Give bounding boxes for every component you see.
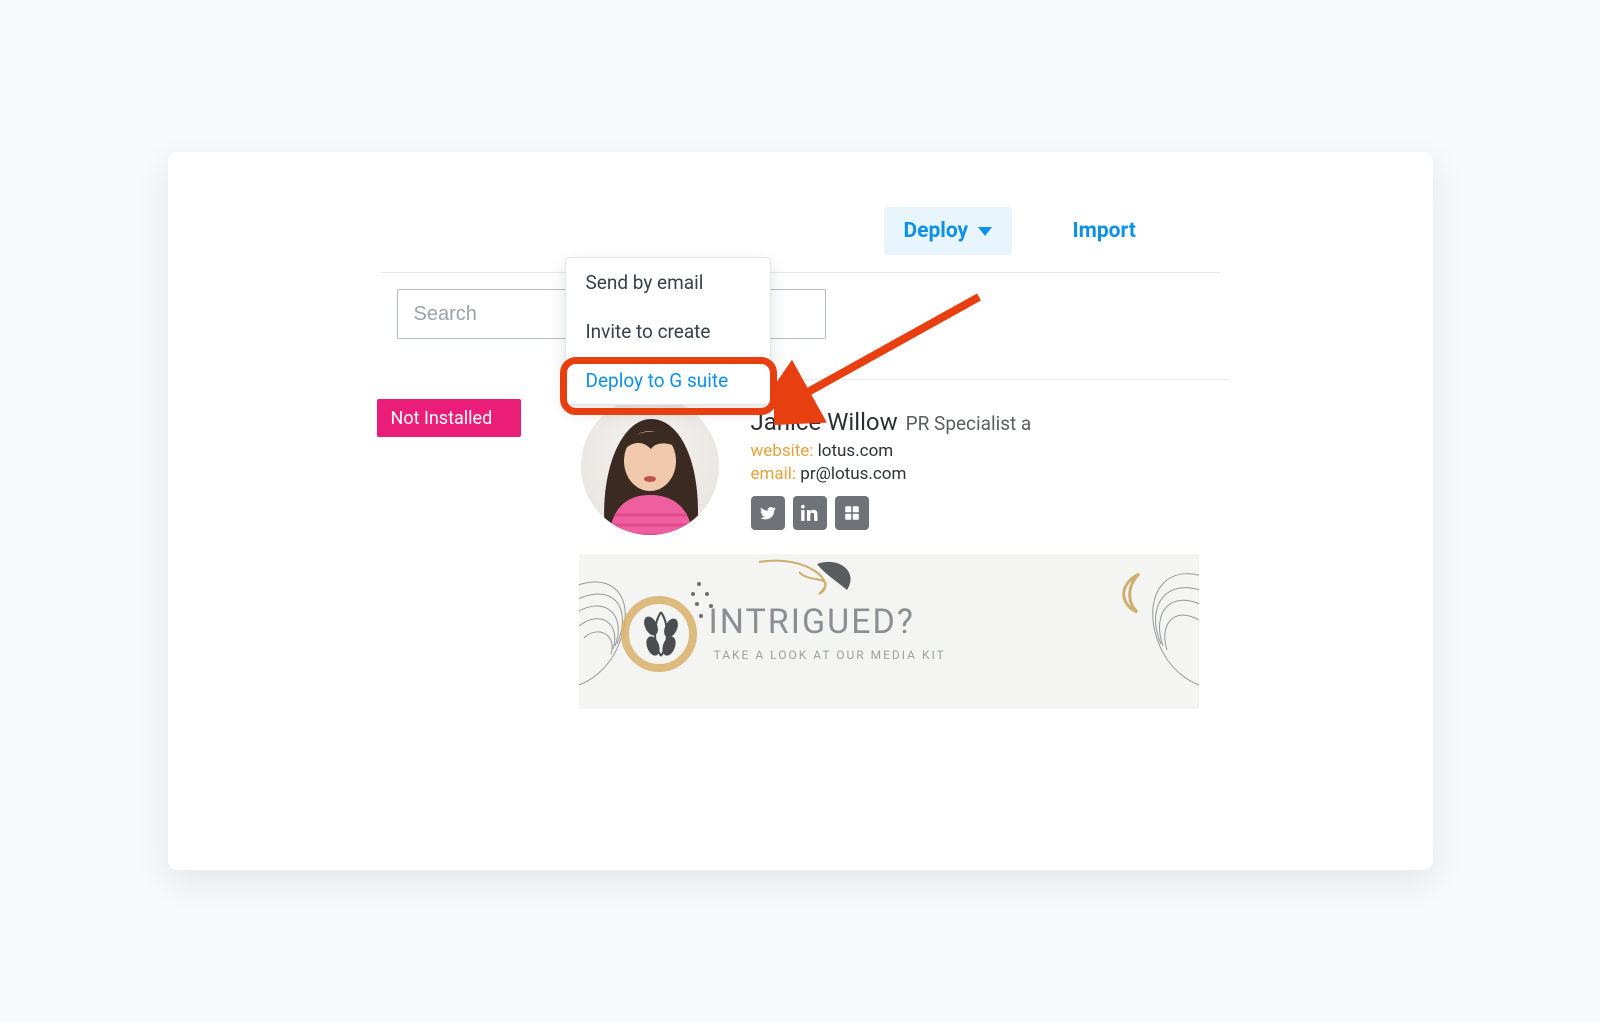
deploy-menu: Send by email Invite to create Deploy to… bbox=[565, 257, 771, 405]
status-badge-not-installed: Not Installed bbox=[377, 399, 521, 437]
bottom-fade bbox=[168, 740, 1433, 870]
chevron-down-icon bbox=[978, 227, 992, 236]
menu-item-send-email[interactable]: Send by email bbox=[566, 258, 770, 307]
signature-name-row: Janice Willow PR Specialist a bbox=[751, 408, 1032, 436]
deploy-label: Deploy bbox=[904, 219, 969, 243]
menu-item-invite-create[interactable]: Invite to create bbox=[566, 307, 770, 356]
social-icons bbox=[751, 496, 869, 530]
import-button[interactable]: Import bbox=[1073, 207, 1136, 255]
website-label: website: bbox=[751, 441, 814, 461]
import-label: Import bbox=[1073, 219, 1136, 243]
twitter-icon[interactable] bbox=[751, 496, 785, 530]
banner-subtext: TAKE A LOOK AT OUR MEDIA KIT bbox=[714, 648, 946, 662]
email-value: pr@lotus.com bbox=[800, 464, 906, 484]
linkedin-icon[interactable] bbox=[793, 496, 827, 530]
signature-preview: Janice Willow PR Specialist a website: l… bbox=[579, 389, 1199, 711]
divider bbox=[381, 272, 1220, 273]
signature-name: Janice Willow bbox=[751, 408, 898, 436]
signature-banner[interactable]: INTRIGUED? TAKE A LOOK AT OUR MEDIA KIT bbox=[579, 554, 1199, 709]
app-card: Deploy Import Send by email Invite to cr… bbox=[168, 152, 1433, 870]
signature-role: PR Specialist a bbox=[906, 412, 1032, 435]
avatar bbox=[581, 397, 719, 535]
banner-headline: INTRIGUED? bbox=[709, 602, 915, 642]
deploy-button[interactable]: Deploy bbox=[884, 207, 1013, 255]
email-label: email: bbox=[751, 464, 797, 484]
website-value: lotus.com bbox=[818, 441, 894, 461]
signature-website: website: lotus.com bbox=[751, 441, 894, 461]
google-icon[interactable] bbox=[835, 496, 869, 530]
status-badge-label: Not Installed bbox=[391, 408, 493, 429]
signature-email: email: pr@lotus.com bbox=[751, 464, 907, 484]
menu-item-deploy-gsuite[interactable]: Deploy to G suite bbox=[566, 356, 770, 405]
